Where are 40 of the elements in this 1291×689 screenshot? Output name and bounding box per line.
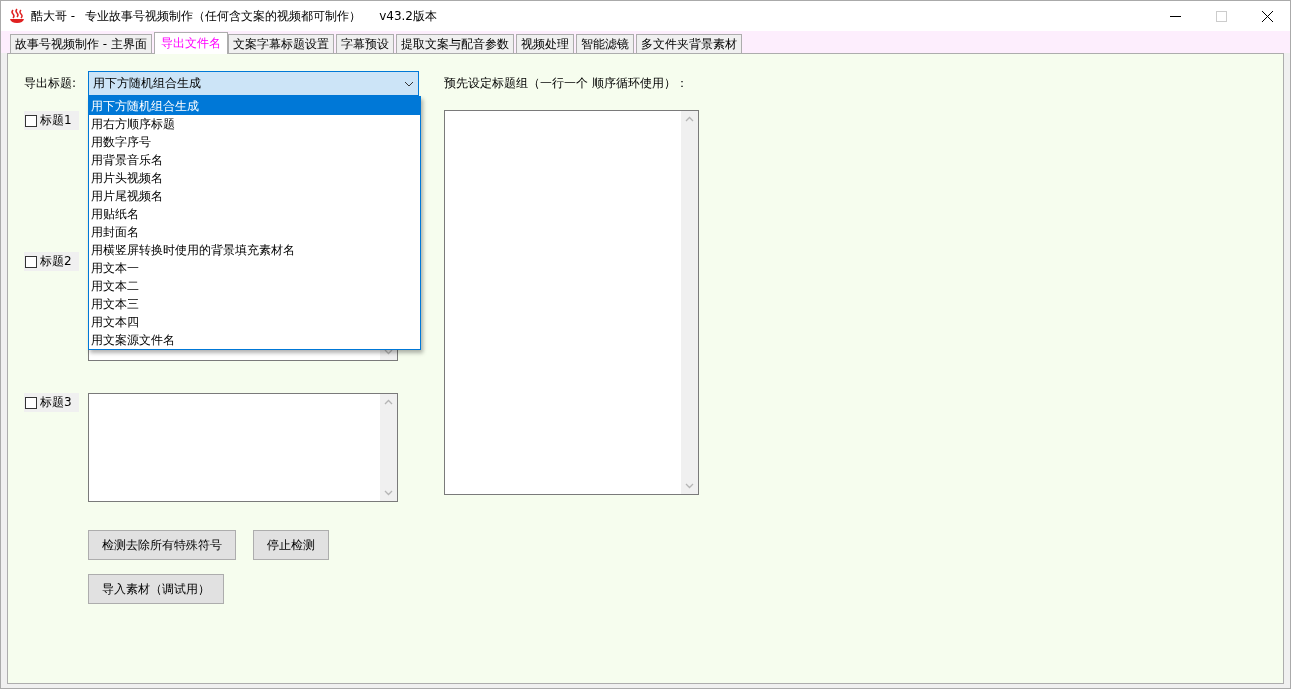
action-button[interactable]: 检测去除所有特殊符号 xyxy=(88,530,236,560)
action-button[interactable]: 停止检测 xyxy=(253,530,329,560)
dropdown-option[interactable]: 用文本四 xyxy=(89,313,420,331)
dropdown-option[interactable]: 用数字序号 xyxy=(89,133,420,151)
tab[interactable]: 字幕预设 xyxy=(335,34,394,53)
caret-icon xyxy=(404,80,414,87)
maximize-icon[interactable] xyxy=(1215,10,1227,22)
title-checkbox[interactable]: 标题2 xyxy=(24,252,79,271)
title-checkbox[interactable]: 标题1 xyxy=(24,111,79,130)
text-area[interactable] xyxy=(88,393,398,502)
tab[interactable]: 多文件夹背景素材 xyxy=(635,34,742,53)
field-label: 导出标题: xyxy=(24,75,78,92)
dropdown-option[interactable]: 用文案源文件名 xyxy=(89,331,420,349)
title-source-dropdown[interactable]: 用下方随机组合生成 xyxy=(88,71,419,96)
dropdown-option[interactable]: 用背景音乐名 xyxy=(89,151,420,169)
action-button[interactable]: 导入素材（调试用） xyxy=(88,574,224,604)
dropdown-option[interactable]: 用贴纸名 xyxy=(89,205,420,223)
window-title: 酷大哥 - xyxy=(31,7,76,25)
window-subtitle: 专业故事号视频制作（任何含文案的视频都可制作） xyxy=(85,7,362,25)
steam-bowl-icon xyxy=(9,8,25,24)
close-icon[interactable] xyxy=(1261,10,1273,22)
dropdown-option[interactable]: 用文本三 xyxy=(89,295,420,313)
tab[interactable]: 提取文案与配音参数 xyxy=(395,34,514,53)
dropdown-option[interactable]: 用片尾视频名 xyxy=(89,187,420,205)
dropdown-option[interactable]: 用文本二 xyxy=(89,277,420,295)
tab[interactable]: 文案字幕标题设置 xyxy=(227,34,334,53)
title-checkbox[interactable]: 标题3 xyxy=(24,393,79,412)
version-label: v43.2版本 xyxy=(379,7,437,25)
dropdown-option[interactable]: 用文本一 xyxy=(89,259,420,277)
tab[interactable]: 视频处理 xyxy=(515,34,574,53)
dropdown-option[interactable]: 用封面名 xyxy=(89,223,420,241)
tab[interactable]: 故事号视频制作 - 主界面 xyxy=(10,34,152,53)
scrollbar[interactable] xyxy=(380,394,397,501)
field-label: 预先设定标题组（一行一个 顺序循环使用）： xyxy=(444,75,689,92)
dropdown-option[interactable]: 用片头视频名 xyxy=(89,169,420,187)
dropdown-option[interactable]: 用下方随机组合生成 xyxy=(89,97,420,115)
scrollbar[interactable] xyxy=(681,111,698,494)
dropdown-option[interactable]: 用右方顺序标题 xyxy=(89,115,420,133)
dropdown-option[interactable]: 用横竖屏转换时使用的背景填充素材名 xyxy=(89,241,420,259)
tab[interactable]: 智能滤镜 xyxy=(575,34,634,53)
